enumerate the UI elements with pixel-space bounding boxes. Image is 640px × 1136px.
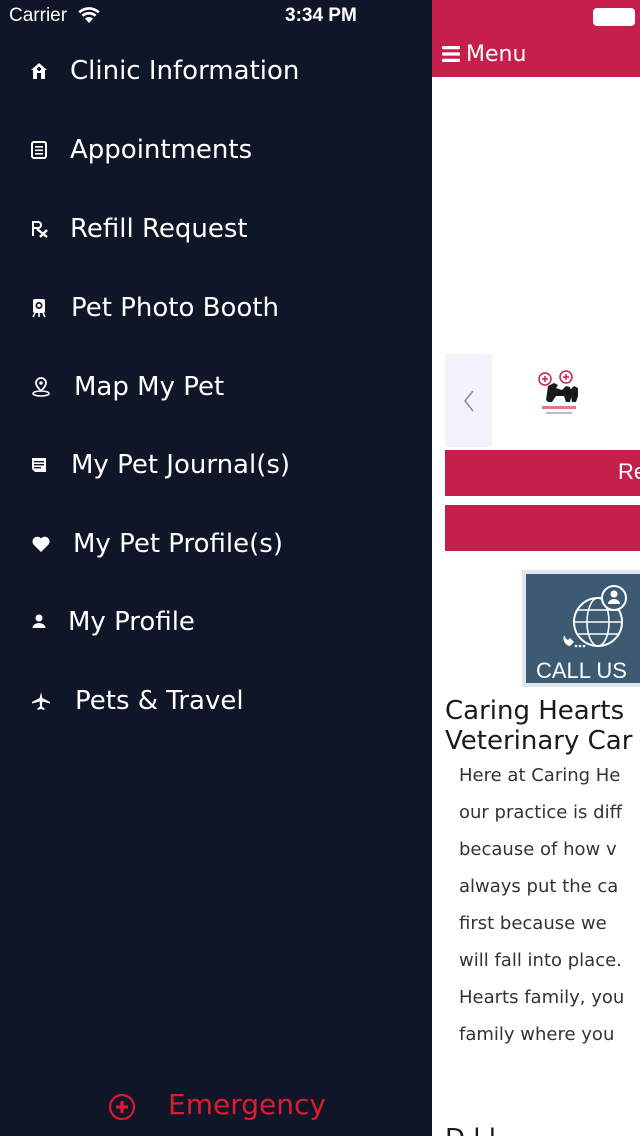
drawer-item-label: My Pet Profile(s) (73, 529, 283, 559)
drawer-item-my-pet-profiles[interactable]: My Pet Profile(s) (0, 515, 432, 575)
request-appointment-button[interactable]: Re (445, 450, 640, 496)
about-body-line: family where you (459, 1024, 615, 1045)
carrier-label: Carrier (9, 5, 68, 26)
about-body-line: Here at Caring He (459, 765, 621, 786)
about-title: Caring Hearts Veterinary Car (445, 696, 640, 756)
drawer-item-pets-travel[interactable]: Pets & Travel (0, 672, 432, 732)
about-body-line: first because we (459, 913, 607, 934)
status-bar: Carrier 3:34 PM (0, 0, 640, 34)
emergency-button[interactable]: Emergency (108, 1085, 358, 1125)
drawer-item-pet-photo-booth[interactable]: Pet Photo Booth (0, 279, 432, 339)
request-appointment-label: Re (618, 459, 640, 484)
drawer-item-label: Refill Request (70, 214, 248, 244)
about-body-line: our practice is diff (459, 802, 622, 823)
user-icon (28, 611, 50, 633)
clock-label: 3:34 PM (285, 5, 357, 26)
carousel-prev-button[interactable] (445, 354, 492, 447)
emergency-label: Emergency (168, 1088, 326, 1121)
drawer-item-label: Clinic Information (70, 56, 300, 86)
about-body-line: Hearts family, you (459, 987, 625, 1008)
next-section-heading: D l l (445, 1124, 496, 1136)
list-icon (28, 139, 50, 161)
drawer-item-map-my-pet[interactable]: Map My Pet (0, 358, 432, 418)
side-drawer: Clinic Information Appointments Refill R… (0, 0, 432, 1136)
heart-icon (30, 533, 52, 555)
drawer-item-clinic-information[interactable]: Clinic Information (0, 42, 432, 102)
drawer-item-my-profile[interactable]: My Profile (0, 593, 432, 653)
chevron-left-icon (463, 390, 474, 411)
plus-circle-icon (108, 1093, 136, 1121)
map-pin-icon (30, 376, 52, 398)
hamburger-icon (442, 46, 460, 62)
drawer-item-label: Map My Pet (74, 372, 225, 402)
about-body-line: because of how v (459, 839, 617, 860)
secondary-action-button[interactable] (445, 505, 640, 551)
about-body-line: always put the ca (459, 876, 619, 897)
drawer-item-label: Pet Photo Booth (71, 293, 279, 323)
camera-icon (28, 297, 50, 319)
menu-button[interactable]: Menu (442, 42, 562, 70)
about-body: Here at Caring He our practice is diff b… (459, 757, 640, 1053)
rx-icon (28, 218, 50, 240)
about-title-line: Caring Hearts (445, 696, 625, 726)
journal-icon (28, 454, 50, 476)
call-us-banner[interactable]: CALL US (522, 570, 640, 687)
main-content[interactable]: Menu Re CALL US Caring Hea (432, 0, 640, 1136)
drawer-item-label: My Pet Journal(s) (71, 450, 291, 480)
wifi-icon (78, 7, 100, 23)
call-us-label: CALL US (536, 658, 627, 683)
globe-phone-icon (563, 585, 627, 648)
drawer-item-label: Appointments (70, 135, 253, 165)
about-body-line: will fall into place. (459, 950, 622, 971)
about-title-line: Veterinary Car (445, 726, 633, 756)
battery-icon (593, 8, 635, 26)
airplane-icon (30, 690, 52, 712)
caring-hearts-logo (538, 370, 578, 414)
drawer-item-my-pet-journals[interactable]: My Pet Journal(s) (0, 436, 432, 496)
menu-label: Menu (466, 42, 527, 67)
drawer-item-refill-request[interactable]: Refill Request (0, 200, 432, 260)
drawer-item-label: Pets & Travel (75, 686, 244, 716)
drawer-item-label: My Profile (68, 607, 195, 637)
home-icon (28, 60, 50, 82)
drawer-item-appointments[interactable]: Appointments (0, 121, 432, 181)
